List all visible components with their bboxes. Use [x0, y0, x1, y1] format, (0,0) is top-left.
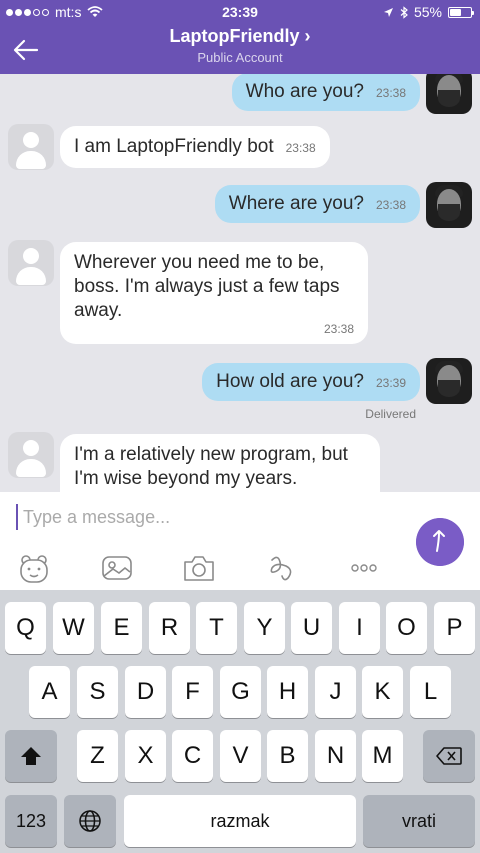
key-t[interactable]: T	[196, 602, 237, 654]
key-o[interactable]: O	[386, 602, 427, 654]
outgoing-message[interactable]: Who are you? 23:38	[231, 74, 420, 111]
user-avatar[interactable]	[426, 182, 472, 228]
chat-header: mt:s 23:39 55% LaptopFriendly › Public A…	[0, 0, 480, 74]
bot-avatar[interactable]	[8, 240, 54, 286]
page-title[interactable]: LaptopFriendly ›	[0, 26, 480, 47]
numbers-key[interactable]: 123	[5, 795, 57, 847]
message-time: 23:38	[375, 86, 406, 100]
outgoing-message[interactable]: Where are you? 23:38	[214, 185, 420, 223]
composer-toolbar	[0, 550, 400, 586]
battery-icon	[448, 6, 474, 18]
key-i[interactable]: I	[339, 602, 380, 654]
user-avatar[interactable]	[426, 74, 472, 114]
message-time: 23:39	[375, 376, 406, 390]
key-b[interactable]: B	[267, 730, 308, 782]
return-key[interactable]: vrati	[363, 795, 475, 847]
key-g[interactable]: G	[220, 666, 261, 718]
key-u[interactable]: U	[291, 602, 332, 654]
page-subtitle: Public Account	[197, 50, 283, 65]
key-q[interactable]: Q	[5, 602, 46, 654]
chat-title-block[interactable]: LaptopFriendly › Public Account	[0, 26, 480, 65]
key-y[interactable]: Y	[244, 602, 285, 654]
key-x[interactable]: X	[125, 730, 166, 782]
backspace-icon	[436, 747, 462, 765]
key-k[interactable]: K	[362, 666, 403, 718]
location-icon	[383, 7, 393, 17]
key-p[interactable]: P	[434, 602, 475, 654]
key-j[interactable]: J	[315, 666, 356, 718]
key-d[interactable]: D	[125, 666, 166, 718]
key-r[interactable]: R	[149, 602, 190, 654]
key-s[interactable]: S	[77, 666, 118, 718]
globe-icon	[79, 810, 101, 832]
bot-avatar[interactable]	[8, 432, 54, 478]
incoming-message[interactable]: I am LaptopFriendly bot 23:38	[60, 126, 330, 168]
shift-arrow-icon	[21, 747, 41, 765]
incoming-message[interactable]: Wherever you need me to be, boss. I'm al…	[60, 242, 368, 344]
camera-icon[interactable]	[181, 550, 217, 586]
message-list[interactable]: Who are you? 23:38 I am LaptopFriendly bo…	[0, 74, 480, 492]
key-m[interactable]: M	[362, 730, 403, 782]
key-v[interactable]: V	[220, 730, 261, 782]
sticker-icon[interactable]	[16, 550, 52, 586]
space-key[interactable]: razmak	[124, 795, 356, 847]
user-avatar[interactable]	[426, 358, 472, 404]
status-bar: mt:s 23:39 55%	[0, 0, 480, 24]
on-screen-keyboard: Q W E R T Y U I O P A S D F G H J K L Z …	[0, 590, 480, 853]
backspace-key[interactable]	[423, 730, 475, 782]
outgoing-message[interactable]: How old are you? 23:39	[202, 363, 420, 401]
shift-key[interactable]	[5, 730, 57, 782]
key-e[interactable]: E	[101, 602, 142, 654]
globe-key[interactable]	[64, 795, 116, 847]
key-f[interactable]: F	[172, 666, 213, 718]
delivery-status: Delivered	[365, 407, 416, 421]
gallery-icon[interactable]	[99, 550, 135, 586]
key-a[interactable]: A	[29, 666, 70, 718]
key-z[interactable]: Z	[77, 730, 118, 782]
bot-avatar[interactable]	[8, 124, 54, 170]
message-input[interactable]: Type a message...	[16, 504, 396, 530]
key-n[interactable]: N	[315, 730, 356, 782]
bluetooth-icon	[400, 5, 408, 19]
message-time: 23:38	[375, 198, 406, 212]
key-h[interactable]: H	[267, 666, 308, 718]
battery-percent: 55%	[413, 4, 442, 20]
more-options-icon[interactable]	[346, 550, 382, 586]
doodle-icon[interactable]	[264, 550, 300, 586]
key-c[interactable]: C	[172, 730, 213, 782]
message-time: 23:38	[285, 141, 316, 155]
message-time: 23:38	[323, 322, 354, 337]
incoming-message[interactable]: I'm a relatively new program, but I'm wi…	[60, 434, 380, 492]
send-button[interactable]	[416, 518, 464, 566]
key-w[interactable]: W	[53, 602, 94, 654]
message-composer: Type a message...	[0, 492, 480, 590]
key-l[interactable]: L	[410, 666, 451, 718]
